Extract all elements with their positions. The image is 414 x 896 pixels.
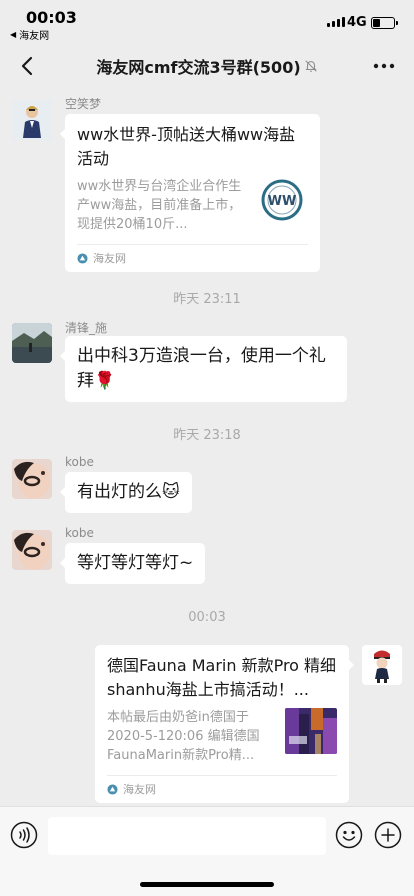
time-divider: 00:03 xyxy=(188,610,226,625)
avatar[interactable] xyxy=(362,645,402,685)
status-time: 00:03 xyxy=(26,8,77,27)
card-source: 海友网 xyxy=(123,783,156,796)
avatar[interactable] xyxy=(12,530,52,570)
link-card[interactable]: ww水世界-顶帖送大桶ww海盐活动 ww水世界与台湾企业合作生产ww海盐，目前准… xyxy=(60,114,320,272)
sender-name: kobe xyxy=(65,526,94,540)
sender-name: 清锋_施 xyxy=(65,321,108,335)
message-bubble[interactable]: 有出灯的么🐱 xyxy=(60,472,192,513)
card-thumbnail xyxy=(285,708,337,754)
plus-icon[interactable] xyxy=(374,821,402,849)
nav-bar: 海友网cmf交流3号群(500) xyxy=(0,44,414,88)
avatar[interactable] xyxy=(12,100,52,140)
link-card[interactable]: 德国Fauna Marin 新款Pro 精细shanhu海盐上市搞活动！... … xyxy=(95,645,354,803)
message-bubble[interactable]: 等灯等灯等灯~ xyxy=(59,543,206,584)
card-source: 海友网 xyxy=(93,252,126,265)
chevron-left-icon[interactable] xyxy=(16,54,40,78)
message-input[interactable] xyxy=(48,817,326,855)
network-label: 4G xyxy=(347,15,367,30)
avatar[interactable] xyxy=(12,459,52,499)
back-to-app-link[interactable]: ◀ 海友网 xyxy=(10,27,49,42)
card-title: ww水世界-顶帖送大桶ww海盐活动 xyxy=(77,125,296,168)
card-title: 德国Fauna Marin 新款Pro 精细shanhu海盐上市搞活动！... xyxy=(107,656,337,699)
sender-name: kobe xyxy=(65,455,94,469)
chat-title: 海友网cmf交流3号群(500) xyxy=(96,58,301,77)
status-bar: 00:03 ◀ 海友网 4G xyxy=(0,0,414,44)
time-divider: 昨天 23:18 xyxy=(173,428,241,443)
emoji-icon[interactable] xyxy=(335,821,363,849)
message-bubble[interactable]: 出中科3万造浪一台，使用一个礼拜🌹 xyxy=(60,336,347,402)
sender-name: 空笑梦 xyxy=(65,97,102,111)
battery-fill xyxy=(373,19,380,27)
home-indicator[interactable] xyxy=(140,882,274,887)
voice-icon[interactable] xyxy=(10,821,38,849)
battery-icon xyxy=(371,17,398,29)
back-app-label: 海友网 xyxy=(19,31,50,42)
chat-area[interactable]: 空笑梦 ww水世界-顶帖送大桶ww海盐活动 ww水世界与台湾企业合作生产ww海盐… xyxy=(0,88,414,806)
card-footer: 海友网 xyxy=(107,775,337,797)
back-triangle-icon: ◀ xyxy=(10,30,17,39)
thumb-logo-text: WW xyxy=(268,194,297,209)
more-dots-icon[interactable] xyxy=(372,58,396,74)
card-description: 本帖最后由奶爸in德国于2020-5-120:06 编辑德国FaunaMarin… xyxy=(107,710,260,763)
bell-off-icon xyxy=(304,60,317,72)
source-app-icon xyxy=(107,783,118,795)
signal-icon xyxy=(327,17,345,27)
card-description: ww水世界与台湾企业合作生产ww海盐，目前准备上市，现提供20桶10斤... xyxy=(77,179,242,232)
card-thumbnail: WW xyxy=(256,177,308,223)
avatar[interactable] xyxy=(12,323,52,363)
card-footer: 海友网 xyxy=(77,244,308,266)
source-app-icon xyxy=(77,252,88,264)
time-divider: 昨天 23:11 xyxy=(173,292,241,307)
